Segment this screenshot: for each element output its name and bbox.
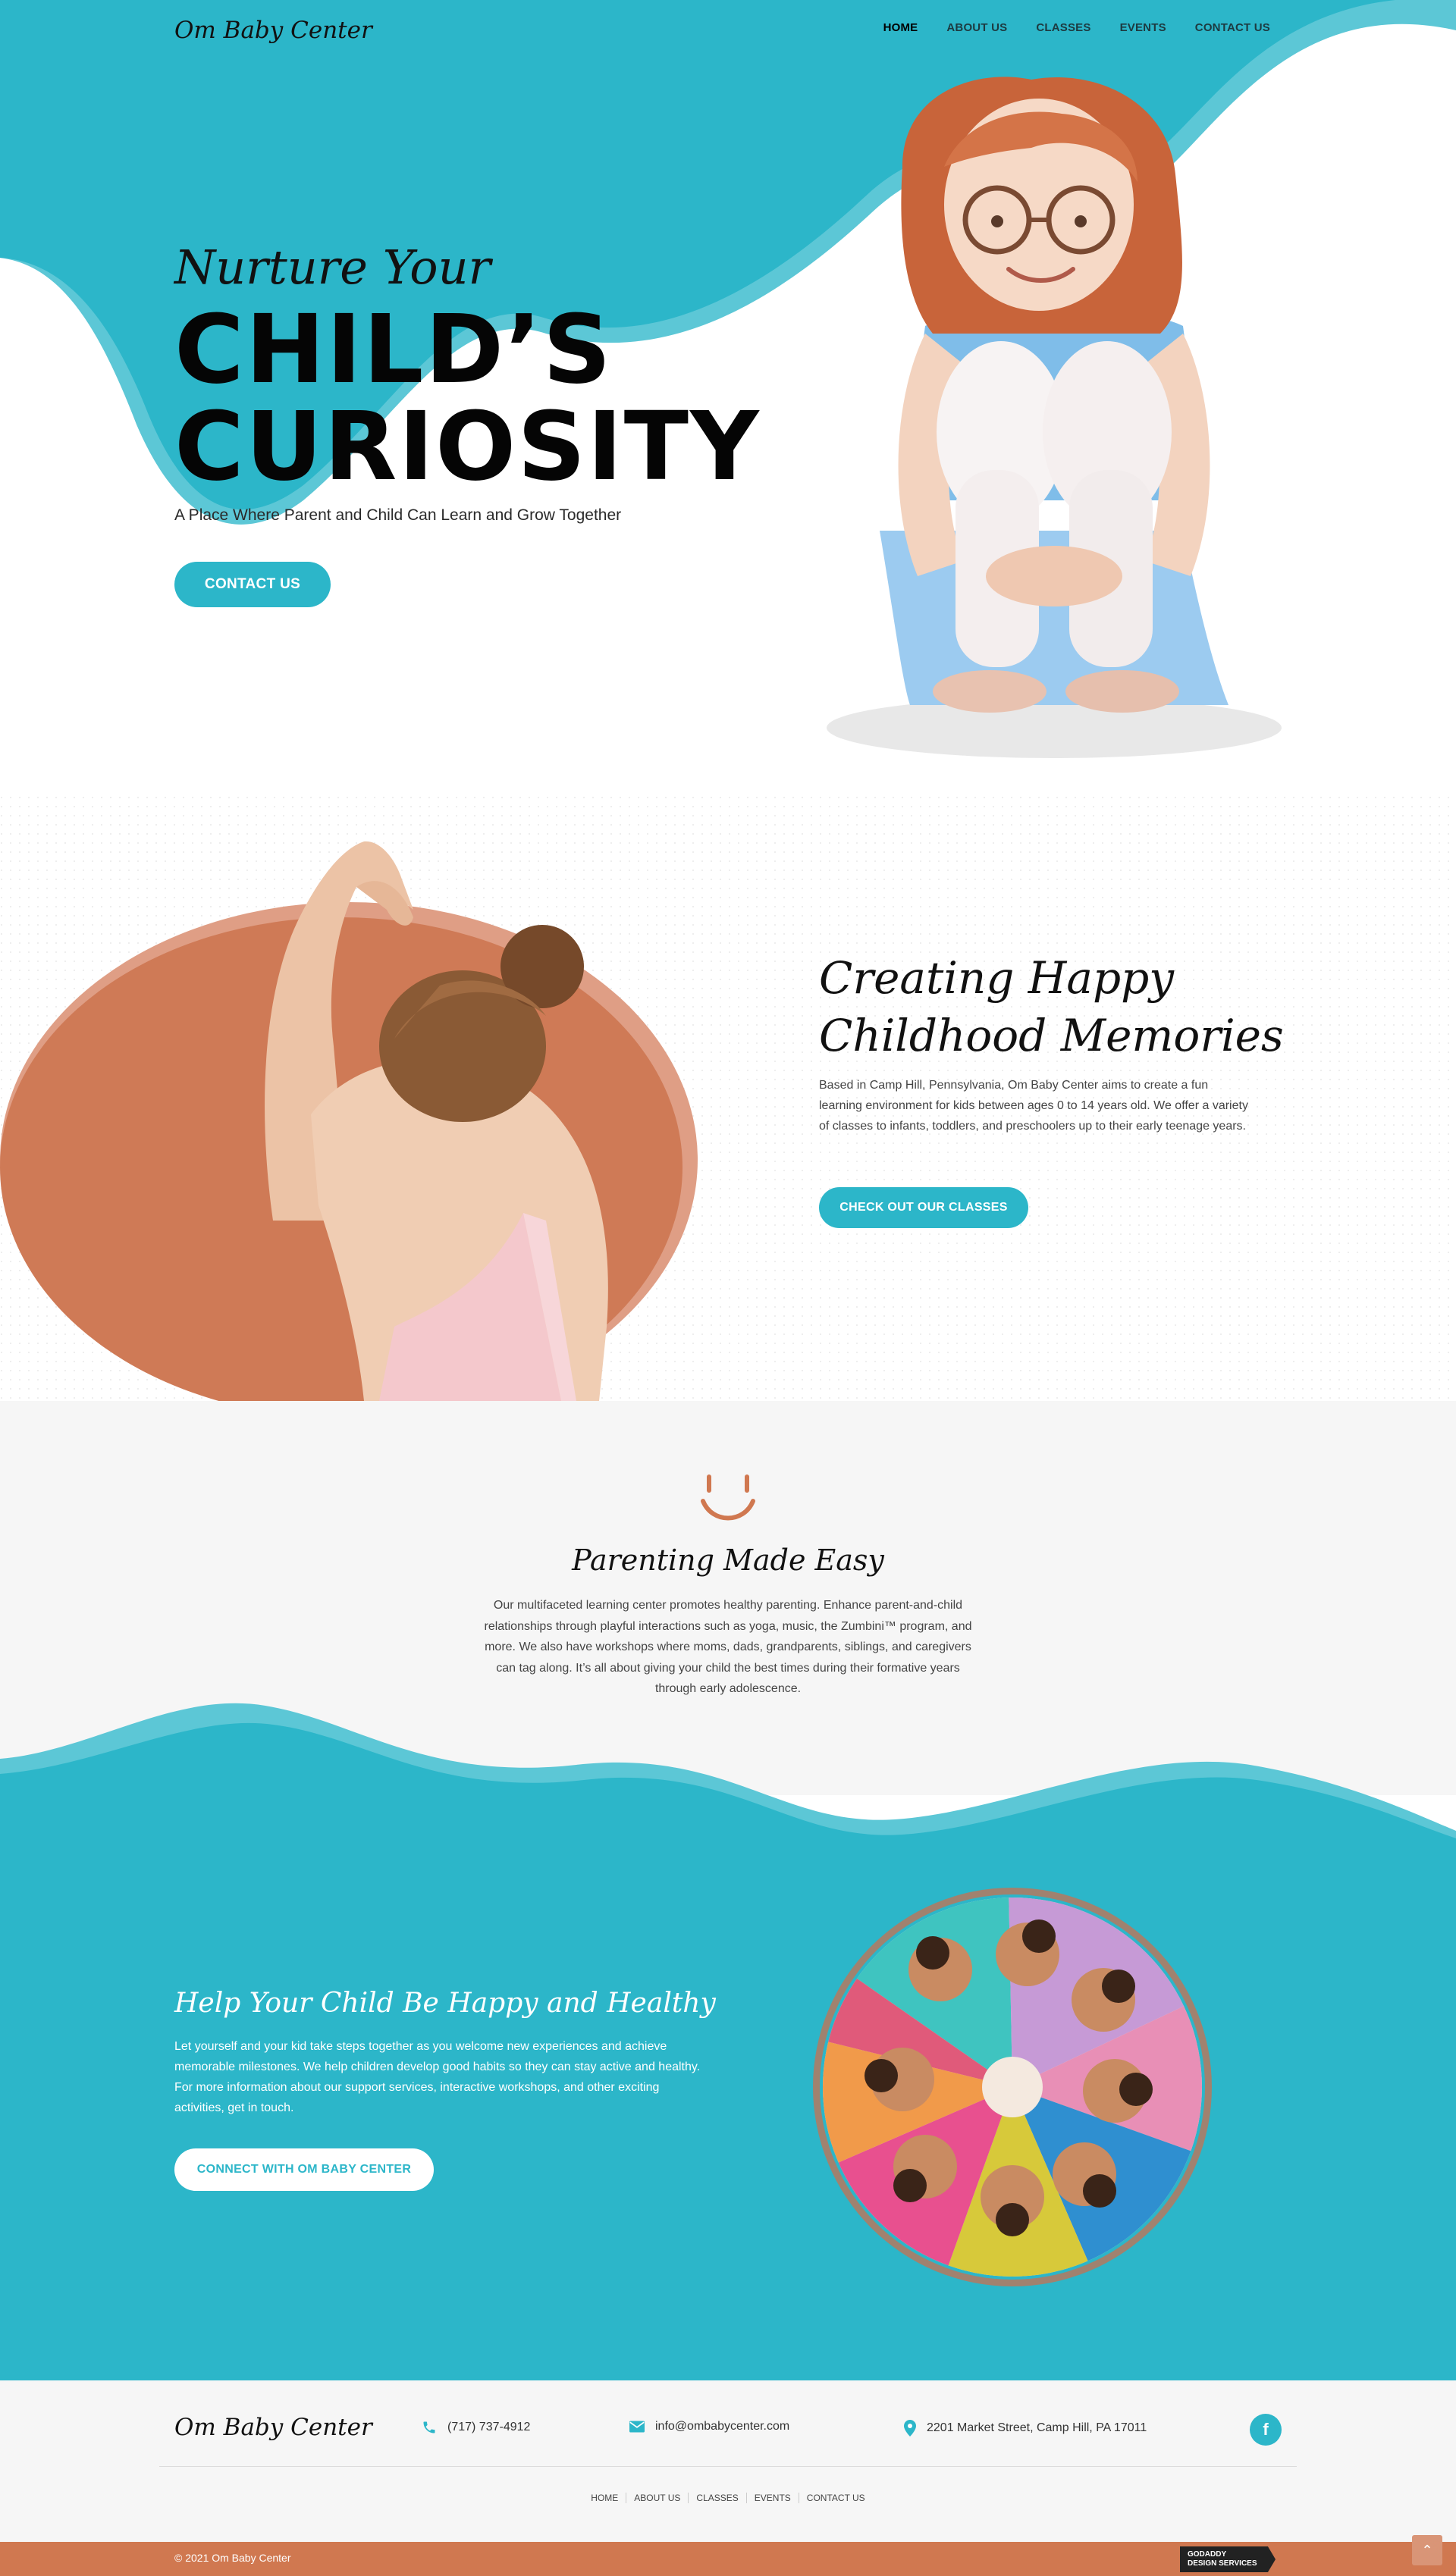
nav-about-us[interactable]: ABOUT US [946,21,1007,34]
footer-nav-contact-us[interactable]: CONTACT US [798,2493,873,2503]
about-title-line-1: Creating Happy [819,952,1174,1004]
godaddy-badge[interactable]: GODADDY DESIGN SERVICES [1180,2546,1276,2572]
healthy-text: Let yourself and your kid take steps tog… [174,2040,701,2114]
phone-icon [423,2421,435,2433]
footer-address[interactable]: 2201 Market Street, Camp Hill, PA 17011 [904,2420,1147,2437]
main-nav: HOME ABOUT US CLASSES EVENTS CONTACT US [883,21,1270,34]
hero-title-line-1: CHILD’S [174,295,613,405]
nav-events[interactable]: EVENTS [1120,21,1166,34]
badge-line-2: DESIGN SERVICES [1188,2559,1257,2568]
ballet-dancer-image [0,841,698,1401]
footer-email[interactable]: info@ombabycenter.com [629,2420,789,2433]
contact-us-button[interactable]: CONTACT US [174,562,331,607]
badge-line-1: GODADDY [1188,2550,1227,2559]
footer-nav-about-us[interactable]: ABOUT US [626,2493,688,2503]
footer-background [0,2380,1456,2542]
connect-button[interactable]: CONNECT WITH OM BABY CENTER [174,2148,434,2191]
children-circle-image [813,1888,1212,2286]
hero-title-line-2: CURIOSITY [174,392,761,502]
footer-address-text: 2201 Market Street, Camp Hill, PA 17011 [927,2421,1147,2434]
check-out-classes-button[interactable]: CHECK OUT OUR CLASSES [819,1187,1028,1228]
footer-phone-text: (717) 737-4912 [447,2421,531,2433]
mail-icon [629,2421,645,2433]
about-title: Creating Happy Childhood Memories [819,949,1284,1064]
healthy-title: Help Your Child Be Happy and Healthy [174,1988,716,2019]
footer-divider [159,2466,1297,2467]
location-pin-icon [904,2420,916,2437]
copyright-text: © 2021 Om Baby Center [174,2552,291,2564]
smile-icon [701,1474,755,1521]
footer-nav: HOME ABOUT US CLASSES EVENTS CONTACT US [0,2493,1456,2503]
footer-nav-home[interactable]: HOME [583,2493,626,2503]
footer-nav-events[interactable]: EVENTS [745,2493,799,2503]
arrow-up-icon[interactable]: ⌃ [1412,2535,1442,2565]
footer-logo[interactable]: Om Baby Center [174,2414,372,2441]
nav-contact-us[interactable]: CONTACT US [1195,21,1270,34]
site-logo[interactable]: Om Baby Center [174,17,372,44]
hero-title: CHILD’S CURIOSITY [174,302,761,496]
parenting-text: Our multifaceted learning center promote… [484,1599,972,1695]
facebook-icon[interactable]: f [1250,2414,1282,2446]
hero-subtitle: Nurture Your [174,240,491,295]
parenting-title: Parenting Made Easy [572,1543,884,1577]
nav-home[interactable]: HOME [883,21,918,34]
nav-classes[interactable]: CLASSES [1036,21,1090,34]
about-title-line-2: Childhood Memories [819,1010,1284,1061]
hero-tagline: A Place Where Parent and Child Can Learn… [174,506,622,524]
footer-nav-classes[interactable]: CLASSES [688,2493,745,2503]
footer-email-text: info@ombabycenter.com [655,2420,790,2433]
about-text: Based in Camp Hill, Pennsylvania, Om Bab… [819,1079,1248,1133]
footer-phone[interactable]: (717) 737-4912 [422,2420,530,2435]
hero-child-image [827,77,1282,758]
